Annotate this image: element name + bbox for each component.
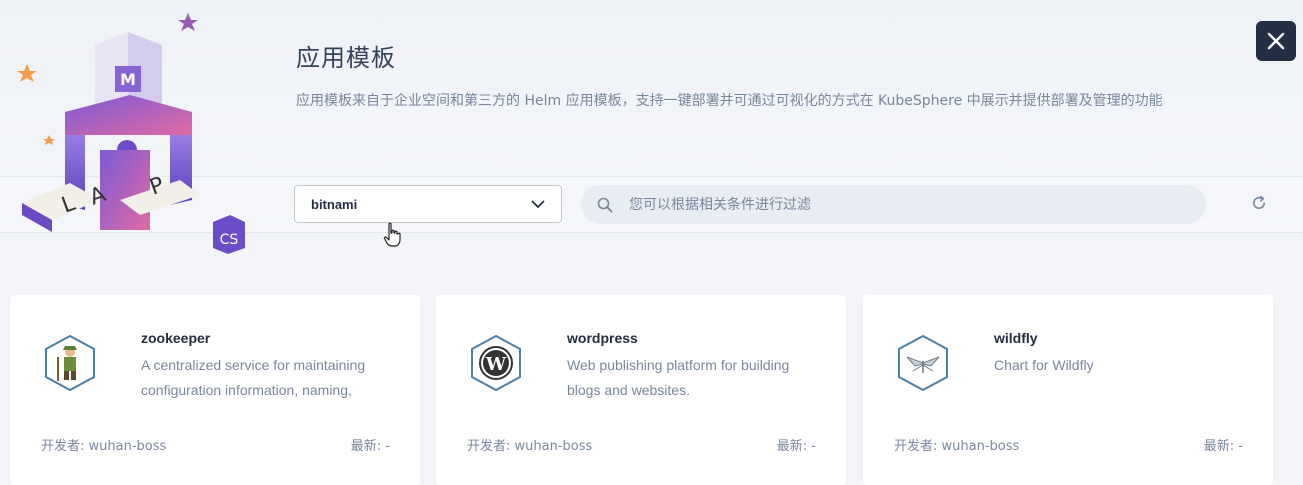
page-title: 应用模板 (296, 44, 396, 72)
zookeeper-icon (45, 334, 95, 392)
app-developer: 开发者: wuhan-boss (894, 439, 1020, 454)
hand-cursor-icon (383, 222, 401, 247)
chevron-down-icon (531, 200, 545, 208)
app-store-illustration: M L A P CS (17, 13, 245, 254)
page-description: 应用模板来自于企业空间和第三方的 Helm 应用模板，支持一键部署并可通过可视化… (296, 93, 1163, 109)
repository-select-value: bitnami (311, 196, 358, 212)
close-icon (1267, 32, 1285, 50)
svg-text:CS: CS (220, 232, 239, 248)
app-name: wildfly (994, 330, 1038, 346)
app-name: wordpress (567, 330, 638, 346)
star-icon (17, 64, 37, 82)
app-developer: 开发者: wuhan-boss (41, 439, 167, 454)
app-latest-version: 最新: - (350, 439, 390, 454)
search-input[interactable] (627, 195, 1191, 214)
app-latest-version: 最新: - (776, 439, 816, 454)
app-description: Chart for Wildfly (994, 357, 1094, 373)
app-card-wordpress[interactable]: W wordpress Web publishing platform for … (436, 295, 846, 485)
app-description: A centralized service for maintaining co… (141, 357, 366, 398)
svg-text:M: M (120, 70, 136, 89)
star-icon (178, 13, 198, 31)
app-name: zookeeper (141, 330, 211, 346)
close-button[interactable] (1256, 21, 1296, 61)
app-description: Web publishing platform for building blo… (567, 357, 790, 398)
app-latest-version: 最新: - (1203, 439, 1243, 454)
star-icon (43, 135, 55, 145)
wordpress-icon: W (471, 334, 521, 392)
search-icon (597, 197, 613, 212)
refresh-icon[interactable] (1250, 194, 1268, 212)
app-card-wildfly[interactable]: wildfly Chart for Wildfly 开发者: wuhan-bos… (863, 295, 1273, 485)
wildfly-icon (898, 334, 948, 392)
svg-text:W: W (485, 354, 507, 375)
search-bar[interactable] (581, 185, 1206, 224)
app-card-zookeeper[interactable]: zookeeper A centralized service for main… (10, 295, 420, 485)
repository-select[interactable]: bitnami (294, 185, 562, 223)
app-developer: 开发者: wuhan-boss (467, 439, 593, 454)
